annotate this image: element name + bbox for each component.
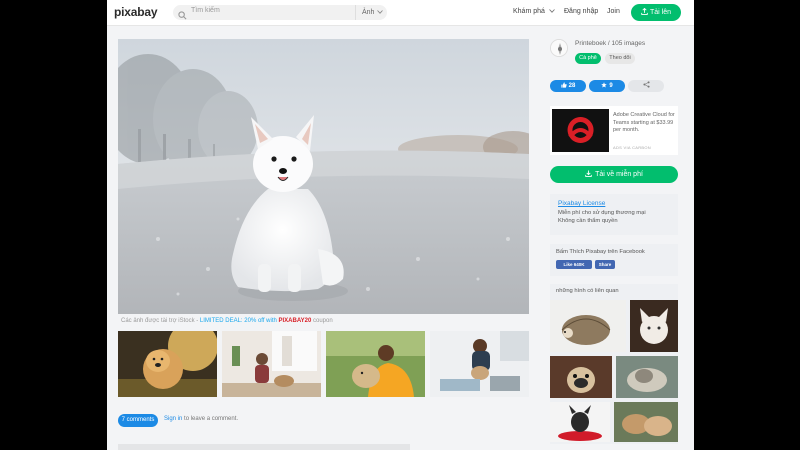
sponsored-thumb-1[interactable] — [118, 331, 217, 397]
related-thumb-kitten[interactable] — [630, 300, 678, 352]
license-line-2: Không cần thẩm quyền — [558, 218, 618, 224]
facebook-like-button[interactable]: Like 640K — [556, 260, 592, 269]
facebook-box: Bấm Thích Pixabay trên Facebook Like 640… — [550, 244, 678, 276]
share-icon — [642, 81, 650, 88]
signin-prompt: Sign in to leave a comment. — [164, 416, 238, 422]
related-thumb-bulldog[interactable] — [550, 402, 610, 442]
search-input[interactable]: Tìm kiếm — [191, 7, 220, 14]
related-thumb-hedgehog[interactable] — [550, 300, 626, 352]
coffee-button[interactable]: Cà phê — [575, 53, 601, 64]
main-photo[interactable] — [118, 39, 529, 314]
sponsor-suffix: coupon — [311, 318, 333, 324]
sponsor-prefix: Các ảnh được tài trợ iStock - — [121, 318, 200, 324]
nav-login[interactable]: Đăng nhập — [564, 8, 598, 15]
author-block: Printeboek / 105 images Cà phê Theo dõi — [550, 39, 680, 73]
pixabay-logo[interactable]: pixabay — [114, 5, 157, 19]
comment-box[interactable] — [118, 444, 410, 450]
nav-explore-label: Khám phá — [513, 8, 545, 15]
like-button[interactable]: 28 — [550, 80, 586, 92]
upload-label: Tải lên — [649, 9, 671, 16]
related-thumb-cat-blanket[interactable] — [616, 356, 678, 398]
upload-icon — [641, 7, 648, 15]
carbon-ad[interactable]: Adobe Creative Cloud for Teams starting … — [550, 106, 678, 155]
share-button[interactable] — [628, 80, 664, 92]
chevron-down-icon — [377, 10, 383, 14]
header: pixabay Tìm kiếm Ảnh Khám phá Đăng nhập … — [107, 0, 694, 26]
related-thumb-pug[interactable] — [550, 356, 612, 398]
search-bar[interactable]: Tìm kiếm Ảnh — [173, 5, 387, 20]
ad-via[interactable]: ADS VIA CARBON — [613, 145, 651, 150]
related-images: những hình có liên quan — [550, 284, 678, 444]
adobe-cc-logo — [552, 109, 609, 152]
sponsored-thumb-2[interactable] — [222, 331, 321, 397]
avatar[interactable] — [550, 39, 568, 57]
nav-join[interactable]: Join — [607, 8, 620, 15]
license-link[interactable]: Pixabay License — [558, 200, 670, 207]
sponsor-code[interactable]: PIXABAY20 — [279, 318, 312, 324]
page: pixabay Tìm kiếm Ảnh Khám phá Đăng nhập … — [107, 0, 694, 450]
likes-count: 28 — [568, 83, 576, 89]
ad-text: Adobe Creative Cloud for Teams starting … — [613, 112, 675, 133]
follow-button[interactable]: Theo dõi — [605, 53, 635, 64]
sponsor-line: Các ảnh được tài trợ iStock - LIMITED DE… — [121, 318, 333, 324]
sponsor-deal[interactable]: LIMITED DEAL: 20% off with — [200, 318, 279, 324]
favorite-button[interactable]: 9 — [589, 80, 625, 92]
signin-text: to leave a comment. — [182, 416, 239, 422]
nav-explore[interactable]: Khám phá — [513, 8, 555, 15]
favorites-count: 9 — [609, 83, 613, 89]
search-icon — [178, 7, 187, 25]
license-line-1: Miễn phí cho sử dụng thương mại — [558, 210, 646, 216]
facebook-share-button[interactable]: Share — [595, 260, 615, 269]
free-download-button[interactable]: Tải về miễn phí — [550, 166, 678, 183]
signin-link[interactable]: Sign in — [164, 416, 182, 422]
star-icon — [601, 82, 608, 88]
upload-button[interactable]: Tải lên — [631, 4, 681, 21]
chevron-down-icon — [549, 9, 555, 14]
license-box: Pixabay License Miễn phí cho sử dụng thư… — [550, 194, 678, 235]
comments-count-badge[interactable]: 7 comments — [118, 414, 158, 427]
download-label: Tải về miễn phí — [595, 171, 643, 178]
search-type-select[interactable]: Ảnh — [355, 5, 387, 20]
related-thumb-cats[interactable] — [614, 402, 678, 442]
facebook-text: Bấm Thích Pixabay trên Facebook — [556, 249, 645, 255]
related-title: những hình có liên quan — [556, 288, 619, 294]
sponsored-thumb-4[interactable] — [430, 331, 529, 397]
author-name[interactable]: Printeboek / 105 images — [575, 40, 645, 47]
sponsored-thumb-3[interactable] — [326, 331, 425, 397]
search-type-label: Ảnh — [362, 9, 375, 16]
download-icon — [585, 170, 592, 177]
thumbs-up-icon — [561, 82, 567, 88]
